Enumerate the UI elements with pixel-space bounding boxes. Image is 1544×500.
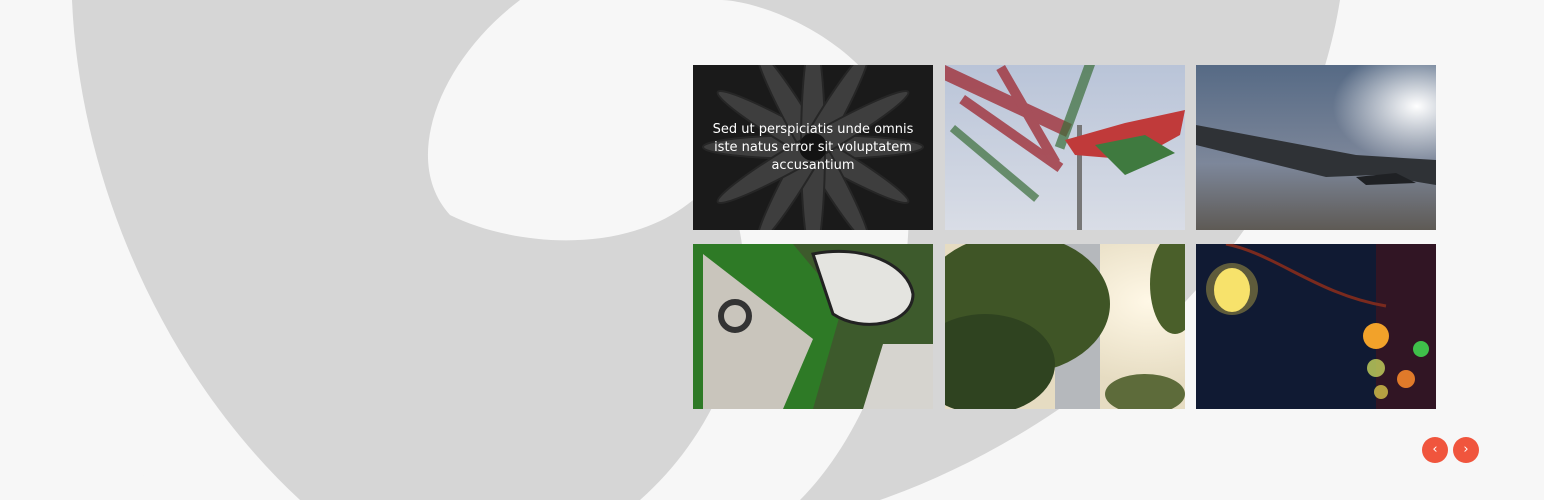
previous-button[interactable]: ‹ <box>1422 437 1448 463</box>
light-bulbs-photo-icon <box>1196 244 1436 409</box>
gallery-item-bulbs[interactable] <box>1196 244 1436 409</box>
gallery-caption: Sed ut perspiciatis unde omnis iste natu… <box>712 121 914 173</box>
gallery-item-trees[interactable] <box>945 244 1185 409</box>
photo-gallery: Sed ut perspiciatis unde omnis iste natu… <box>693 65 1436 409</box>
caption-overlay: Sed ut perspiciatis unde omnis iste natu… <box>693 65 933 230</box>
gallery-item-graffiti[interactable] <box>693 244 933 409</box>
trees-photo-icon <box>945 244 1185 409</box>
graffiti-photo-icon <box>693 244 933 409</box>
gallery-item-fish[interactable]: Sed ut perspiciatis unde omnis iste natu… <box>693 65 933 230</box>
gallery-item-wing[interactable] <box>1196 65 1436 230</box>
flags-photo-icon <box>945 65 1185 230</box>
airplane-wing-photo-icon <box>1196 65 1436 230</box>
gallery-item-flags[interactable] <box>945 65 1185 230</box>
next-button[interactable]: › <box>1453 437 1479 463</box>
